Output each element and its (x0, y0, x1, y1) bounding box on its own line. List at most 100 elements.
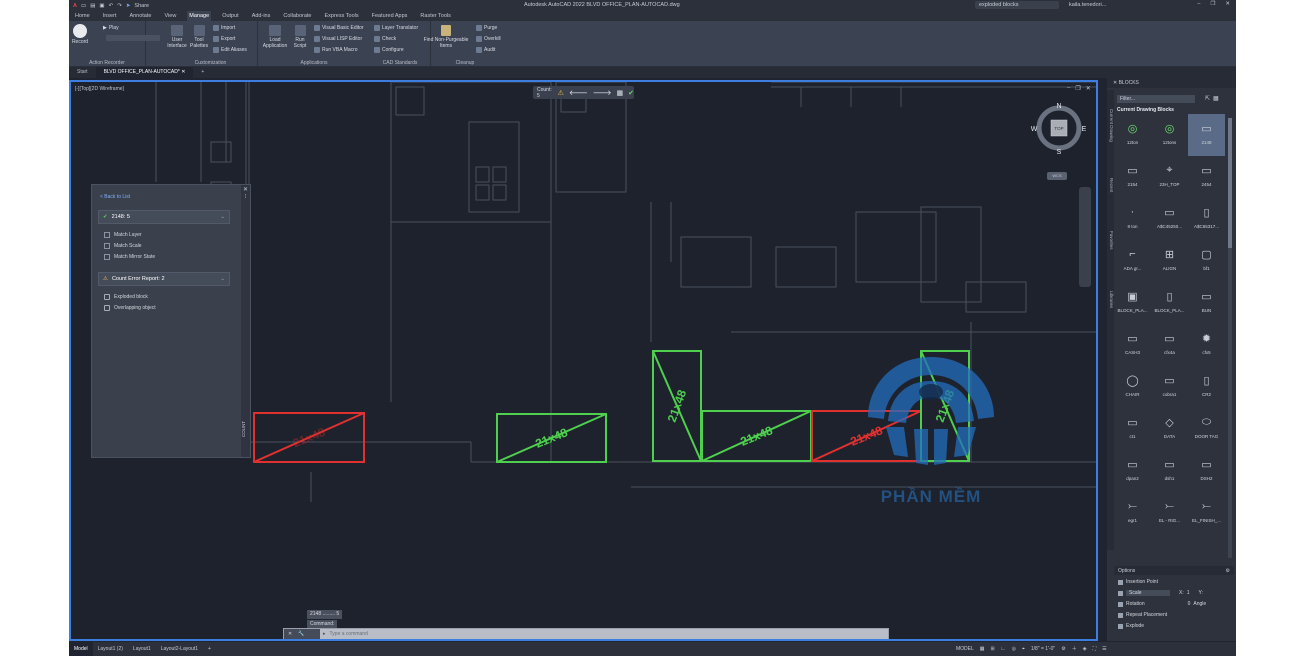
palette-options-icon[interactable]: ⁝ (241, 193, 250, 200)
checkbox[interactable] (1118, 623, 1123, 629)
annotation-scale[interactable]: 1/8" = 1'-0" (1031, 646, 1055, 652)
tab-libraries[interactable]: Libraries (1107, 280, 1114, 320)
block-item[interactable]: ▭ 2154 (1114, 156, 1151, 198)
close-icon[interactable]: ✕ (1225, 1, 1230, 7)
purge-button[interactable]: Purge (476, 25, 497, 31)
view-mode-icon[interactable]: ▦ (1213, 95, 1219, 102)
run-vba-button[interactable]: Run VBA Macro (314, 47, 358, 53)
checkbox[interactable] (104, 232, 110, 238)
search-input[interactable]: exploded blocks (975, 1, 1059, 9)
scale-select[interactable]: Scale (1126, 590, 1170, 596)
chevron-down-icon[interactable]: ⌄ (220, 276, 225, 282)
grid-icon[interactable]: ▦ (980, 646, 985, 652)
layout-tab[interactable]: Layout2-Layout1 (156, 642, 203, 656)
close-command-icon[interactable]: ✕ (288, 631, 292, 637)
ribbon-tab-home[interactable]: Home (73, 11, 92, 21)
share-label[interactable]: Share (134, 3, 149, 9)
plus-icon[interactable]: ＋ (1072, 645, 1077, 652)
share-icon[interactable]: ➤ (126, 3, 131, 9)
block-item[interactable]: ▯ CR2 (1188, 366, 1225, 408)
error-report-header[interactable]: ⚠ Count Error Report: 2 ⌄ (98, 272, 230, 286)
layout-tab[interactable]: Layout1 (128, 642, 156, 656)
block-item[interactable]: ▭ ct1 (1114, 408, 1151, 450)
scroll-thumb[interactable] (1228, 118, 1232, 248)
block-item[interactable]: · 8 ton (1114, 198, 1151, 240)
drawing-viewport[interactable]: 21x48 21x48 21x48 21x48 21x48 21x48 [-][Top][… (69, 80, 1098, 641)
block-item[interactable]: ▭ 2148 (1188, 114, 1225, 156)
scale-option[interactable]: Scale X: 1 Y: (1118, 590, 1203, 596)
ribbon-tab-raster-tools[interactable]: Raster Tools (418, 11, 452, 21)
tab-start[interactable]: Start (69, 67, 96, 78)
checkbox[interactable] (104, 254, 110, 260)
vlisp-editor-button[interactable]: Visual LISP Editor (314, 36, 362, 42)
overlapping-object-error[interactable]: Overlapping object (104, 305, 156, 311)
explode-option[interactable]: Explode (1118, 623, 1144, 629)
configure-button[interactable]: Configure (374, 47, 404, 53)
viewcube-top[interactable]: TOP (1054, 126, 1063, 131)
save-icon[interactable]: ▣ (99, 3, 104, 9)
exploded-block-error[interactable]: Exploded block (104, 294, 148, 300)
block-filter-input[interactable]: Filter... (1117, 95, 1195, 103)
ribbon-tab-annotate[interactable]: Annotate (127, 11, 153, 21)
block-count-header[interactable]: ✔ 2148: 5 ⌄ (98, 210, 230, 224)
redo-icon[interactable]: ↷ (117, 3, 122, 9)
warning-icon[interactable]: ⚠ (558, 89, 564, 97)
viewport-minimize-icon[interactable]: – (1067, 85, 1070, 92)
ribbon-tab-express-tools[interactable]: Express Tools (323, 11, 361, 21)
block-item[interactable]: ▭ dsh1 (1151, 450, 1188, 492)
block-item[interactable]: ▣ BLOCK_PLA... (1114, 282, 1151, 324)
polar-icon[interactable]: ◎ (1012, 646, 1016, 652)
snap-icon[interactable]: ⊞ (991, 646, 995, 652)
macro-select[interactable] (106, 35, 160, 41)
block-item[interactable]: ▭ dpan2 (1114, 450, 1151, 492)
block-item[interactable]: ⌐ ADA gr... (1114, 240, 1151, 282)
settings-gear-icon[interactable]: ⚙ (1226, 568, 1230, 574)
customize-menu-icon[interactable]: ☰ (1102, 646, 1106, 652)
previous-arrow-icon[interactable]: 🡐 (569, 88, 588, 97)
run-script-button[interactable]: Run Script (291, 25, 309, 49)
tab-recent[interactable]: Recent (1107, 170, 1114, 200)
overkill-button[interactable]: Overkill (476, 36, 501, 42)
block-item[interactable]: ▭ DSH2 (1188, 450, 1225, 492)
new-tab-button[interactable]: + (193, 67, 212, 78)
add-layout-button[interactable]: + (203, 642, 216, 656)
rotation-option[interactable]: Rotation 0 Angle (1118, 601, 1206, 607)
check-button[interactable]: Check (374, 36, 396, 42)
close-tab-icon[interactable]: ✕ (181, 69, 185, 75)
workspace-gear-icon[interactable]: ⚙ (1061, 646, 1065, 652)
layout-tab-model[interactable]: Model (69, 642, 93, 656)
insert-table-icon[interactable]: ▦ (617, 89, 624, 97)
find-non-purgeable-button[interactable]: Find Non-Purgeable Items (420, 25, 472, 49)
block-item[interactable]: ✹ cfx5 (1188, 324, 1225, 366)
checkbox[interactable] (1118, 590, 1123, 596)
command-input[interactable]: Type a command (326, 631, 368, 637)
checkbox[interactable] (1118, 612, 1123, 618)
app-menu-icon[interactable]: A (73, 3, 77, 9)
block-item[interactable]: ⤚ EL_FINISH_... (1188, 492, 1225, 534)
block-item[interactable]: ⬭ DOOR TAG (1188, 408, 1225, 450)
play-button[interactable]: ▶ Play (103, 25, 119, 31)
checkbox[interactable] (1118, 601, 1123, 607)
ribbon-tab-manage[interactable]: Manage (187, 11, 212, 21)
block-item[interactable]: ⊞ ALIGN (1151, 240, 1188, 282)
palette-side-strip[interactable]: ✕ ⁝ (241, 185, 250, 457)
isolate-icon[interactable]: ◈ (1083, 646, 1087, 652)
block-item[interactable]: ▭ BUN (1188, 282, 1225, 324)
checkbox[interactable] (104, 243, 110, 249)
scale-x-value[interactable]: 1 (1187, 590, 1190, 596)
ribbon-tab-collaborate[interactable]: Collaborate (281, 11, 313, 21)
options-header[interactable]: Options ⚙ (1114, 566, 1234, 575)
ribbon-tab-output[interactable]: Output (220, 11, 241, 21)
tool-palettes-button[interactable]: Tool Palettes (190, 25, 208, 49)
block-item[interactable]: ⌖ 23H_TOP (1151, 156, 1188, 198)
viewport-controls-label[interactable]: [-][Top][2D Wireframe] (75, 86, 124, 92)
load-application-button[interactable]: Load Application (261, 25, 289, 49)
navigation-bar[interactable] (1079, 187, 1091, 287)
viewcube-compass[interactable]: TOP N S E W (1031, 100, 1087, 156)
osnap-icon[interactable]: ⌖ (1022, 646, 1025, 652)
palette-close-icon[interactable]: ✕ (241, 186, 250, 193)
viewport-restore-icon[interactable]: ❐ (1075, 85, 1080, 92)
next-arrow-icon[interactable]: 🡒 (593, 88, 612, 97)
layout-tab[interactable]: Layout1 (2) (93, 642, 128, 656)
tab-favorites[interactable]: Favorites (1107, 220, 1114, 260)
